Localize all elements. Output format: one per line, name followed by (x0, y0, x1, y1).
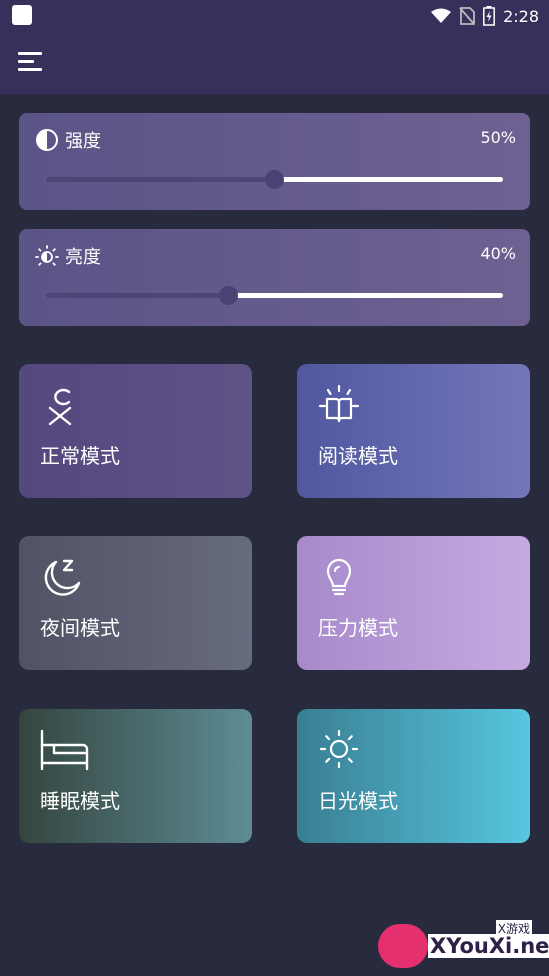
normal-mode-card[interactable]: 正常模式 (19, 364, 252, 498)
pressure-mode-label: 压力模式 (318, 616, 398, 640)
pressure-mode-card[interactable]: 压力模式 (297, 536, 530, 670)
brightness-label: 亮度 (65, 247, 101, 268)
reading-mode-label: 阅读模式 (318, 444, 398, 468)
no-sim-icon (459, 7, 475, 25)
bed-icon (40, 729, 89, 771)
status-time: 2:28 (503, 6, 539, 26)
intensity-slider-fill (45, 177, 274, 182)
intensity-value: 50% (480, 128, 516, 147)
night-mode-label: 夜间模式 (40, 616, 120, 640)
night-mode-card[interactable]: 夜间模式 (19, 536, 252, 670)
reading-lamp-icon (318, 384, 360, 423)
sun-icon (319, 729, 359, 769)
battery-icon (483, 6, 496, 26)
contrast-icon (36, 129, 58, 151)
intensity-slider-thumb[interactable] (265, 170, 284, 189)
sleep-mode-card[interactable]: 睡眠模式 (19, 709, 252, 843)
brightness-value: 40% (480, 244, 516, 263)
watermark: X游戏 XYouXi.net (376, 918, 549, 974)
daylight-mode-label: 日光模式 (318, 789, 398, 813)
sleep-mode-label: 睡眠模式 (40, 789, 120, 813)
brightness-slider-card: 亮度 40% (19, 229, 530, 326)
normal-mode-label: 正常模式 (40, 444, 120, 468)
menu-icon[interactable] (18, 48, 46, 76)
lightbulb-icon (326, 558, 352, 596)
app-bar (0, 32, 549, 94)
brightness-slider[interactable] (45, 286, 503, 305)
brightness-slider-thumb[interactable] (219, 286, 239, 305)
intensity-label: 强度 (65, 131, 101, 152)
brightness-slider-fill (45, 293, 229, 298)
reading-mode-card[interactable]: 阅读模式 (297, 364, 530, 498)
notification-icon (12, 5, 32, 25)
intensity-slider-card: 强度 50% (19, 113, 530, 210)
wifi-icon (431, 8, 452, 23)
intensity-slider[interactable] (45, 170, 503, 189)
gamepad-logo-icon (378, 924, 428, 968)
watermark-site: XYouXi.net (428, 934, 549, 958)
moon-sleep-icon (44, 559, 81, 596)
daylight-mode-card[interactable]: 日光模式 (297, 709, 530, 843)
person-icon (48, 388, 72, 426)
brightness-icon (35, 245, 59, 266)
status-bar: 2:28 (0, 0, 549, 32)
